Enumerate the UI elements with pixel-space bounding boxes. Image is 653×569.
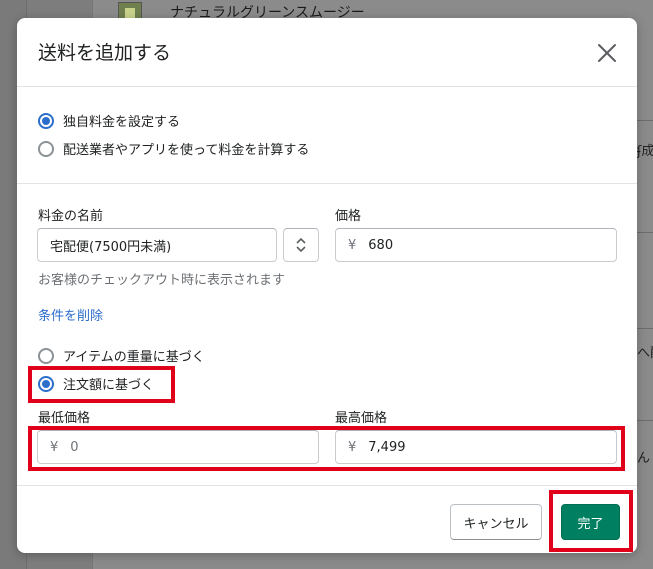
price-input[interactable]: ¥ 680 (335, 228, 617, 262)
select-arrows-icon (296, 238, 306, 252)
radio-label: 注文額に基づく (63, 378, 155, 393)
background-divider (637, 328, 653, 329)
background-divider (637, 232, 653, 233)
radio-weight-based[interactable]: アイテムの重量に基づく (38, 346, 205, 365)
rate-name-label: 料金の名前 (38, 209, 104, 224)
background-fragment: ん (637, 451, 651, 466)
modal-header: 送料を追加する (17, 18, 637, 87)
radio-label: アイテムの重量に基づく (63, 350, 205, 365)
add-shipping-rate-modal: 送料を追加する 独自料金を設定する 配送業者やアプリを使って料金を計算する 料金… (17, 18, 637, 553)
currency-symbol: ¥ (348, 439, 357, 455)
radio-button-checked[interactable] (38, 375, 54, 392)
background-divider (637, 120, 653, 121)
rate-name-select-stepper[interactable] (283, 228, 319, 262)
radio-label: 配送業者やアプリを使って料金を計算する (63, 143, 310, 158)
background-fragment: へ配 (637, 346, 653, 361)
radio-button[interactable] (38, 347, 54, 364)
rate-type-section: 独自料金を設定する 配送業者やアプリを使って料金を計算する (17, 87, 637, 184)
currency-symbol: ¥ (348, 237, 357, 253)
min-price-label: 最低価格 (38, 411, 91, 426)
cancel-button[interactable]: キャンセル (450, 504, 542, 540)
max-price-input[interactable]: ¥ 7,499 (335, 430, 617, 464)
price-value: 680 (368, 237, 394, 253)
modal-title: 送料を追加する (38, 42, 172, 64)
radio-label: 独自料金を設定する (63, 115, 181, 130)
min-price-input[interactable]: ¥ 0 (37, 430, 319, 464)
currency-symbol: ¥ (50, 439, 59, 455)
price-label: 価格 (335, 209, 362, 224)
radio-order-price-based[interactable]: 注文額に基づく (38, 374, 154, 393)
radio-carrier-rate[interactable]: 配送業者やアプリを使って料金を計算する (38, 139, 309, 158)
radio-button[interactable] (38, 140, 54, 157)
min-price-placeholder: 0 (70, 439, 79, 455)
rate-name-value: 宅配便(7500円未満) (50, 239, 172, 255)
radio-button-checked[interactable] (38, 112, 54, 129)
rate-name-input[interactable]: 宅配便(7500円未満) (37, 228, 277, 262)
done-button[interactable]: 完了 (561, 504, 620, 540)
close-button[interactable] (592, 38, 622, 68)
modal-footer: キャンセル 完了 (17, 485, 637, 553)
background-divider (637, 420, 653, 421)
background-fragment: ʄ成 (637, 144, 653, 159)
radio-custom-rate[interactable]: 独自料金を設定する (38, 111, 180, 130)
rate-name-help-text: お客様のチェックアウト時に表示されます (38, 273, 286, 288)
max-price-label: 最高価格 (335, 411, 388, 426)
remove-conditions-link[interactable]: 条件を削除 (38, 305, 103, 324)
close-icon (598, 44, 616, 62)
max-price-value: 7,499 (368, 439, 406, 455)
